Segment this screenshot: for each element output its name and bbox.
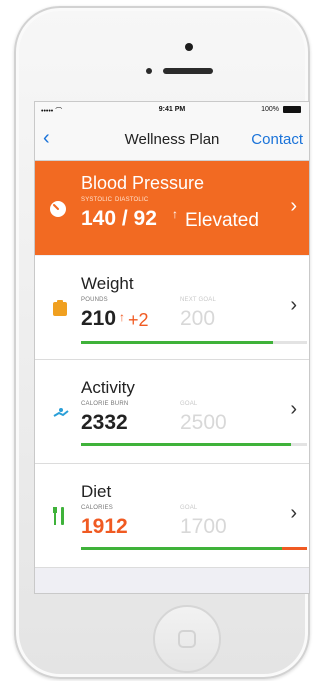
activity-value: 2332 [81, 411, 128, 434]
home-button[interactable] [153, 605, 221, 673]
contact-button[interactable]: Contact [251, 131, 303, 148]
chevron-right-icon: › [290, 398, 297, 420]
goal-label: GOAL [180, 401, 198, 407]
home-button-square-icon [178, 630, 196, 648]
battery-percent: 100% [261, 106, 279, 113]
bp-arrow: ↑ [172, 207, 178, 221]
sensor [146, 68, 152, 74]
weight-progress-bar [81, 341, 307, 344]
diet-value: 1912 [81, 515, 128, 538]
weight-arrow: ↑ [119, 310, 125, 324]
calorie-burn-label: CALORIE BURN [81, 401, 129, 407]
fork-knife-icon [53, 507, 64, 525]
activity-goal: 2500 [180, 411, 227, 434]
diet-over-fill [282, 547, 307, 550]
systolic-label: SYSTOLIC [81, 197, 113, 203]
diet-progress-bar [81, 547, 307, 550]
card-title: Blood Pressure [81, 173, 205, 193]
pounds-label: POUNDS [81, 297, 108, 303]
runner-icon [53, 408, 69, 417]
weight-card[interactable]: Weight POUNDS 210 ↑ +2 NEXT GOAL 200 › [35, 256, 309, 360]
card-title: Diet [81, 482, 112, 501]
weight-goal: 200 [180, 307, 216, 330]
nav-bar: ‹ Wellness Plan Contact [35, 118, 309, 161]
camera [185, 43, 193, 51]
gauge-icon [50, 201, 66, 217]
weight-progress-fill [81, 341, 274, 344]
weight-value: 210 [81, 307, 117, 330]
activity-card[interactable]: Activity CALORIE BURN 2332 GOAL 2500 › [35, 360, 309, 464]
screen: ••••• ⌒ 9:41 PM 100% ‹ Wellness Plan Con… [34, 101, 310, 594]
status-bar: ••••• ⌒ 9:41 PM 100% [35, 102, 309, 118]
activity-progress-fill [81, 443, 292, 446]
diastolic-label: DIASTOLIC [115, 197, 149, 203]
speaker-grille [163, 68, 213, 74]
diet-goal: 1700 [180, 515, 227, 538]
activity-progress-bar [81, 443, 307, 446]
card-title: Activity [81, 378, 135, 397]
goal-label: GOAL [180, 505, 198, 511]
weight-delta: +2 [128, 310, 149, 330]
chevron-right-icon: › [290, 195, 297, 217]
diet-card[interactable]: Diet CALORIES 1912 GOAL 1700 › [35, 464, 309, 568]
next-goal-label: NEXT GOAL [180, 297, 217, 303]
bp-status: Elevated [185, 210, 259, 231]
chevron-right-icon: › [290, 502, 297, 524]
bp-value: 140 / 92 [81, 207, 157, 230]
scale-icon [53, 300, 67, 316]
calories-label: CALORIES [81, 505, 113, 511]
battery-icon [283, 106, 301, 113]
card-title: Weight [81, 274, 134, 293]
blood-pressure-card[interactable]: Blood Pressure SYSTOLIC DIASTOLIC 140 / … [35, 161, 309, 255]
chevron-right-icon: › [290, 294, 297, 316]
diet-progress-fill [81, 547, 283, 550]
